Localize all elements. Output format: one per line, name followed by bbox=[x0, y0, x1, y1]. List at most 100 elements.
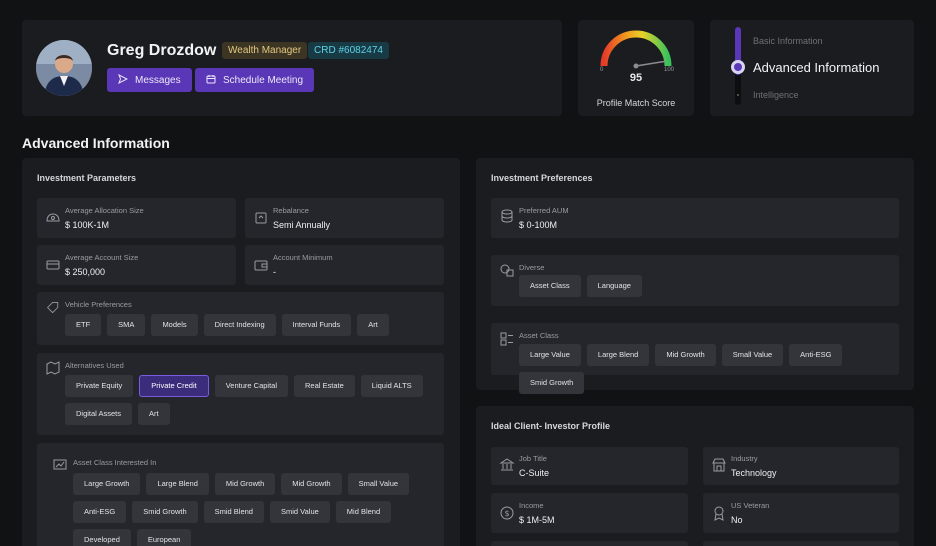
schedule-meeting-button-label: Schedule Meeting bbox=[223, 74, 304, 86]
chip-digital-assets[interactable]: Digital Assets bbox=[65, 403, 133, 425]
steps-active-indicator bbox=[731, 60, 745, 74]
map-icon bbox=[45, 360, 61, 376]
diverse-chips: Asset Class Language bbox=[519, 275, 889, 297]
messages-button[interactable]: Messages bbox=[107, 68, 192, 92]
asset-class-chips: Large Value Large Blend Mid Growth Small… bbox=[519, 344, 894, 394]
ideal-client-title: Ideal Client- Investor Profile bbox=[491, 421, 611, 431]
avg-allocation-box: Average Allocation Size $ 100K-1M bbox=[37, 198, 236, 238]
score-label: Profile Match Score bbox=[596, 98, 676, 108]
chip-mid-growth[interactable]: Mid Growth bbox=[214, 473, 276, 495]
diverse-box: Diverse Asset Class Language bbox=[491, 255, 899, 306]
vehicle-preferences-chips: ETF SMA Models Direct Indexing Interval … bbox=[65, 314, 435, 336]
dollar-icon: $ bbox=[499, 505, 515, 521]
chip-language[interactable]: Language bbox=[586, 275, 642, 297]
medal-icon bbox=[711, 505, 727, 521]
chip-art[interactable]: Art bbox=[357, 314, 389, 336]
chip-mid-growth-2[interactable]: Mid Growth bbox=[281, 473, 342, 495]
asset-class-box: Asset Class Large Value Large Blend Mid … bbox=[491, 323, 899, 394]
chip-sma[interactable]: SMA bbox=[107, 314, 146, 336]
income-label: Income bbox=[519, 501, 544, 510]
ideal-client-panel: Ideal Client- Investor Profile Job Title… bbox=[476, 406, 914, 546]
rebalance-icon bbox=[253, 210, 269, 226]
next-box-right bbox=[703, 541, 899, 546]
store-icon bbox=[711, 457, 727, 473]
step-intelligence[interactable]: Intelligence bbox=[753, 90, 799, 100]
preferred-aum-box: Preferred AUM $ 0-100M bbox=[491, 198, 899, 238]
chip-large-value[interactable]: Large Value bbox=[519, 344, 581, 366]
steps-dot bbox=[737, 94, 739, 96]
svg-text:$: $ bbox=[504, 509, 509, 518]
account-minimum-value: - bbox=[273, 267, 276, 277]
chip-anti-esg-pref[interactable]: Anti-ESG bbox=[789, 344, 843, 366]
rebalance-value: Semi Annually bbox=[273, 220, 331, 230]
rebalance-label: Rebalance bbox=[273, 206, 309, 215]
vehicle-preferences-box: Vehicle Preferences ETF SMA Models Direc… bbox=[37, 292, 444, 345]
role-badge: Wealth Manager bbox=[222, 42, 308, 59]
preferred-aum-label: Preferred AUM bbox=[519, 206, 569, 215]
industry-value: Technology bbox=[731, 468, 777, 478]
tag-icon bbox=[45, 299, 61, 315]
alternatives-used-box: Alternatives Used Private Equity Private… bbox=[37, 353, 444, 435]
avg-account-label: Average Account Size bbox=[65, 253, 139, 262]
us-veteran-box: US Veteran No bbox=[703, 493, 899, 533]
chip-models[interactable]: Models bbox=[151, 314, 198, 336]
chip-private-equity[interactable]: Private Equity bbox=[65, 375, 134, 397]
investment-parameters-panel: Investment Parameters Average Allocation… bbox=[22, 158, 460, 546]
chip-mid-growth-pref[interactable]: Mid Growth bbox=[655, 344, 716, 366]
industry-box: Industry Technology bbox=[703, 447, 899, 485]
chip-developed[interactable]: Developed bbox=[73, 529, 131, 546]
allocation-icon bbox=[45, 210, 61, 226]
chip-large-blend[interactable]: Large Blend bbox=[146, 473, 209, 495]
step-advanced-information[interactable]: Advanced Information bbox=[753, 60, 879, 75]
avg-allocation-label: Average Allocation Size bbox=[65, 206, 144, 215]
chip-anti-esg[interactable]: Anti-ESG bbox=[73, 501, 127, 523]
job-title-label: Job Title bbox=[519, 454, 547, 463]
chart-icon bbox=[52, 457, 68, 473]
step-basic-information[interactable]: Basic Information bbox=[753, 36, 823, 46]
chip-interval-funds[interactable]: Interval Funds bbox=[281, 314, 352, 336]
chip-european[interactable]: European bbox=[136, 529, 192, 546]
chip-smid-growth[interactable]: Smid Growth bbox=[132, 501, 198, 523]
checklist-icon bbox=[499, 331, 515, 347]
section-title: Advanced Information bbox=[22, 135, 170, 151]
vehicle-preferences-label: Vehicle Preferences bbox=[65, 300, 132, 309]
chip-small-value[interactable]: Small Value bbox=[347, 473, 410, 495]
chip-smid-growth-pref[interactable]: Smid Growth bbox=[519, 372, 585, 394]
chip-small-value-pref[interactable]: Small Value bbox=[721, 344, 784, 366]
messages-button-label: Messages bbox=[135, 74, 181, 86]
chip-large-blend-pref[interactable]: Large Blend bbox=[586, 344, 650, 366]
chip-asset-class[interactable]: Asset Class bbox=[519, 275, 581, 297]
chip-art-alt[interactable]: Art bbox=[138, 403, 170, 425]
asset-class-interest-chips: Large Growth Large Blend Mid Growth Mid … bbox=[73, 473, 433, 546]
score-value: 95 bbox=[629, 72, 643, 84]
chip-private-credit[interactable]: Private Credit bbox=[139, 375, 209, 397]
avg-allocation-value: $ 100K-1M bbox=[65, 220, 110, 230]
diverse-label: Diverse bbox=[519, 263, 545, 272]
rebalance-box: Rebalance Semi Annually bbox=[245, 198, 444, 238]
chip-large-growth[interactable]: Large Growth bbox=[73, 473, 141, 495]
chip-liquid-alts[interactable]: Liquid ALTS bbox=[360, 375, 423, 397]
preferred-aum-value: $ 0-100M bbox=[519, 220, 558, 230]
chip-smid-value[interactable]: Smid Value bbox=[269, 501, 330, 523]
coins-icon bbox=[499, 208, 515, 224]
building-icon bbox=[499, 457, 515, 473]
chip-venture-capital[interactable]: Venture Capital bbox=[214, 375, 289, 397]
investment-parameters-title: Investment Parameters bbox=[37, 173, 137, 183]
chip-smid-blend[interactable]: Smid Blend bbox=[203, 501, 264, 523]
next-box-left bbox=[491, 541, 688, 546]
chip-real-estate[interactable]: Real Estate bbox=[294, 375, 355, 397]
account-minimum-label: Account Minimum bbox=[273, 253, 333, 262]
asset-class-interest-box: Asset Class Interested In Large Growth L… bbox=[37, 443, 444, 546]
asset-class-label: Asset Class bbox=[519, 331, 559, 340]
chip-mid-blend[interactable]: Mid Blend bbox=[335, 501, 392, 523]
us-veteran-value: No bbox=[731, 515, 743, 525]
chip-etf[interactable]: ETF bbox=[65, 314, 102, 336]
schedule-meeting-button[interactable]: Schedule Meeting bbox=[195, 68, 315, 92]
income-value: $ 1M-5M bbox=[519, 515, 555, 525]
card-icon bbox=[45, 257, 61, 273]
gauge-arc bbox=[600, 30, 672, 67]
chip-direct-indexing[interactable]: Direct Indexing bbox=[203, 314, 276, 336]
avatar bbox=[36, 40, 92, 96]
income-box: $ Income $ 1M-5M bbox=[491, 493, 688, 533]
account-minimum-box: Account Minimum - bbox=[245, 245, 444, 285]
